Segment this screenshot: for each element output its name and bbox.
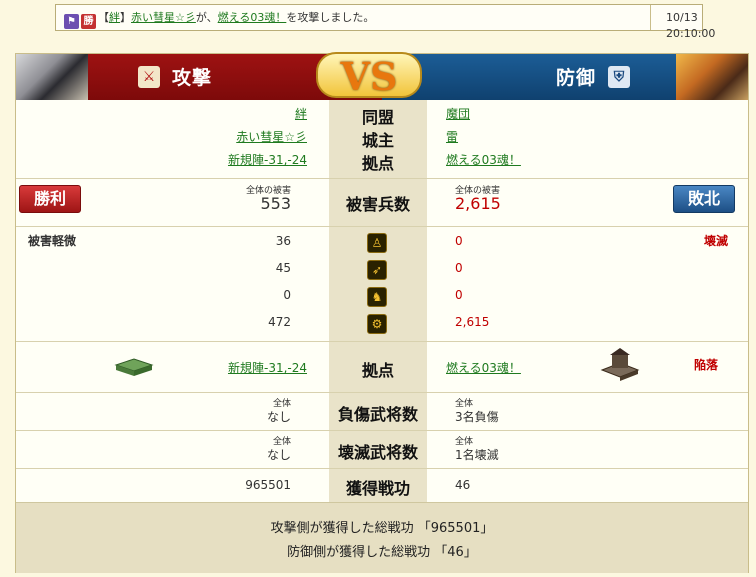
damage-label: 被害兵数 bbox=[345, 195, 410, 214]
flag-icon: ⚑ bbox=[64, 14, 79, 29]
row-divider bbox=[16, 226, 748, 227]
log-text-ga: が、 bbox=[195, 11, 218, 24]
merit-summary: 攻撃側が獲得した総戦功 「965501」 防御側が獲得した総戦功 「46」 bbox=[16, 502, 748, 573]
attacker-lord-link[interactable]: 赤い彗星☆彡 bbox=[236, 128, 307, 145]
camp-icon bbox=[114, 355, 154, 377]
wounded-label: 負傷武将数 bbox=[337, 405, 418, 424]
horse-icon: ♞ bbox=[367, 287, 387, 307]
win-badge-icon: 勝 bbox=[81, 14, 96, 29]
merit-def: 46 bbox=[455, 478, 471, 492]
unit-row-spear-atk: 36 bbox=[275, 234, 291, 248]
row-divider bbox=[16, 178, 748, 179]
bracket-open: 【 bbox=[98, 11, 109, 24]
battle-banner: ⚔ 攻撃 防御 ⛨ VS bbox=[16, 52, 748, 100]
row-divider bbox=[16, 392, 748, 393]
unit-row-siege-def: 2,615 bbox=[455, 315, 490, 329]
log-target-link[interactable]: 燃える03魂！ bbox=[218, 11, 287, 24]
attack-title: 攻撃 bbox=[172, 67, 213, 89]
row-divider bbox=[16, 430, 748, 431]
vs-text: VS bbox=[340, 54, 398, 99]
def-base-link[interactable]: 燃える03魂！ bbox=[446, 359, 521, 376]
report-panel: ⚔ 攻撃 防御 ⛨ VS 同盟 絆 魔団 城主 赤い彗星☆彡 雷 拠点 新規陣-… bbox=[15, 52, 749, 573]
base-label: 拠点 bbox=[361, 154, 394, 173]
row-divider bbox=[16, 341, 748, 342]
defender-portrait bbox=[676, 54, 748, 100]
log-message: ⚑ 勝【絆】赤い彗星☆彡が、燃える03魂！を攻撃しました。 bbox=[64, 10, 375, 29]
attacker-alliance-link[interactable]: 絆 bbox=[295, 105, 307, 122]
attacker-portrait bbox=[16, 54, 88, 100]
spear-icon: ♙ bbox=[367, 233, 387, 253]
unit-row-bow-def: 0 bbox=[455, 261, 463, 275]
win-badge: 勝利 bbox=[19, 185, 81, 213]
destroyed-atk: なし bbox=[266, 448, 291, 462]
destroyed-def: 1名壊滅 bbox=[455, 448, 499, 462]
battle-report: ⚑ 勝【絆】赤い彗星☆彡が、燃える03魂！を攻撃しました。 10/13 20:10… bbox=[0, 0, 756, 577]
battle-log-entry: ⚑ 勝【絆】赤い彗星☆彡が、燃える03魂！を攻撃しました。 10/13 20:10… bbox=[55, 4, 715, 40]
shield-icon: ⛨ bbox=[608, 66, 630, 88]
bow-icon: ➶ bbox=[367, 260, 387, 280]
log-timestamp: 10/13 20:10:00 bbox=[666, 11, 716, 40]
row-divider bbox=[16, 468, 748, 469]
atk-total-damage: 553 bbox=[260, 194, 291, 213]
base-row-label: 拠点 bbox=[361, 361, 394, 380]
lose-badge: 敗北 bbox=[673, 185, 735, 213]
alliance-label: 同盟 bbox=[361, 108, 394, 127]
unit-row-spear-def: 0 bbox=[455, 234, 463, 248]
unit-row-bow-atk: 45 bbox=[275, 261, 291, 275]
def-merit-summary: 防御側が獲得した総戦功 「46」 bbox=[287, 545, 477, 560]
def-total-damage: 2,615 bbox=[455, 194, 501, 213]
vs-emblem: VS bbox=[316, 44, 422, 106]
unit-row-horse-atk: 0 bbox=[283, 288, 291, 302]
defense-title: 防御 bbox=[556, 67, 597, 89]
wounded-def: 3名負傷 bbox=[455, 410, 499, 424]
defender-lord-link[interactable]: 雷 bbox=[446, 128, 458, 145]
defender-base-link[interactable]: 燃える03魂！ bbox=[446, 151, 521, 168]
attacker-base-link[interactable]: 新規陣-31,-24 bbox=[228, 151, 307, 168]
crossed-swords-icon: ⚔ bbox=[138, 66, 160, 88]
lord-label: 城主 bbox=[361, 131, 394, 150]
bracket-close: 】 bbox=[120, 11, 131, 24]
siege-icon: ⚙ bbox=[367, 314, 387, 334]
destroyed-label: 壊滅武将数 bbox=[337, 443, 418, 462]
merit-label: 獲得戦功 bbox=[345, 479, 410, 498]
log-attacker-link[interactable]: 赤い彗星☆彡 bbox=[131, 11, 196, 24]
defense-banner: 防御 ⛨ bbox=[382, 54, 748, 100]
atk-merit-summary: 攻撃側が獲得した総戦功 「965501」 bbox=[270, 521, 494, 536]
atk-base-link[interactable]: 新規陣-31,-24 bbox=[228, 359, 307, 376]
unit-row-siege-atk: 472 bbox=[268, 315, 291, 329]
wounded-atk: なし bbox=[266, 410, 291, 424]
log-text-tail: を攻撃しました。 bbox=[286, 11, 375, 24]
defender-status: 壊滅 bbox=[703, 234, 728, 248]
log-divider bbox=[650, 5, 651, 30]
defender-alliance-link[interactable]: 魔団 bbox=[446, 105, 470, 122]
def-base-status: 陥落 bbox=[693, 358, 718, 372]
log-alliance-link[interactable]: 絆 bbox=[109, 11, 120, 24]
merit-atk: 965501 bbox=[245, 478, 291, 492]
unit-row-horse-def: 0 bbox=[455, 288, 463, 302]
fallen-castle-icon bbox=[600, 346, 640, 382]
attacker-status: 被害軽微 bbox=[28, 234, 77, 248]
